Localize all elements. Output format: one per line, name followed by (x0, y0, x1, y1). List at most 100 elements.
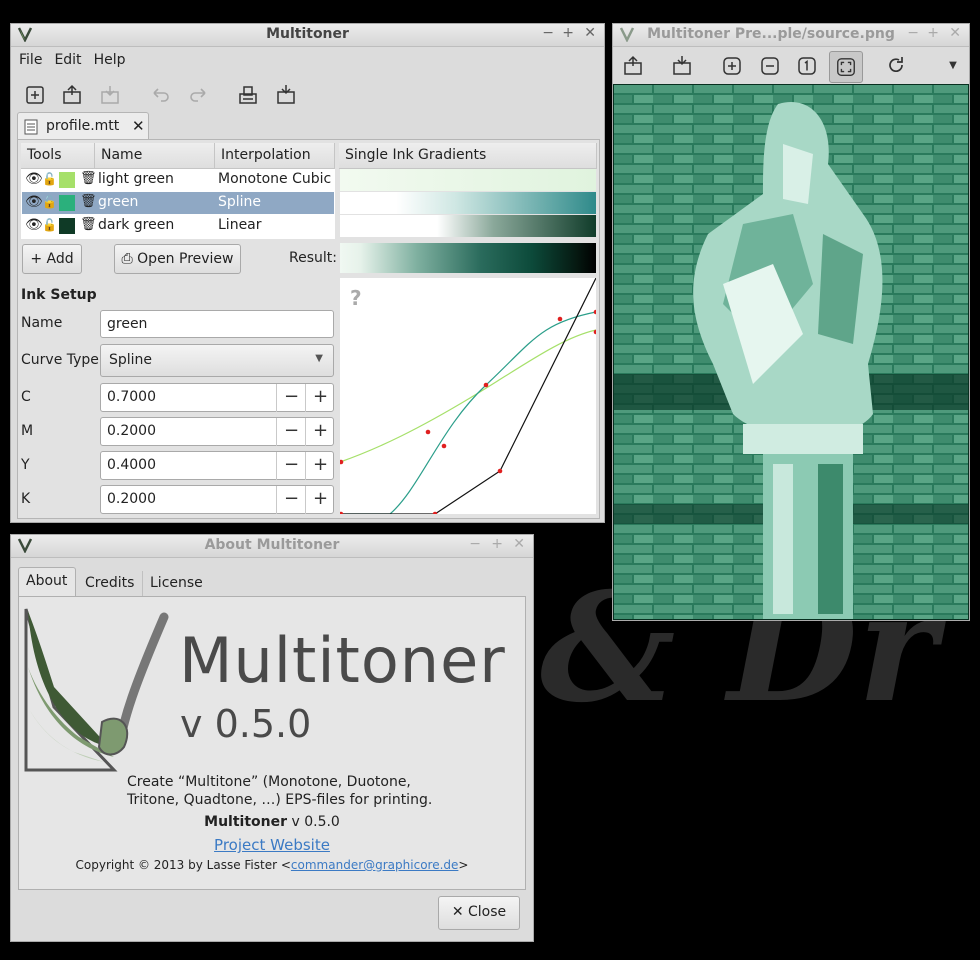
y-spinbox[interactable]: 0.4000 − + (100, 451, 334, 480)
zoom-100-icon[interactable] (795, 54, 819, 78)
tab-license[interactable]: License (142, 571, 209, 597)
open-preview-label: Open Preview (137, 251, 234, 267)
main-titlebar[interactable]: Multitoner − + ✕ (11, 24, 604, 47)
zoom-out-icon[interactable] (758, 54, 782, 78)
delete-trash-icon[interactable]: 🗑 (80, 194, 97, 209)
delete-trash-icon[interactable]: 🗑 (80, 171, 97, 186)
col-header-tools[interactable]: Tools (21, 143, 95, 169)
email-link[interactable]: commander@graphicore.de (291, 858, 458, 872)
tab-license-label: License (150, 575, 203, 591)
k-label: K (21, 491, 31, 507)
document-tab-label: profile.mtt (46, 118, 120, 134)
ink-name-input[interactable]: green (100, 310, 334, 338)
visibility-eye-icon[interactable]: 👁 (25, 194, 43, 210)
k-decrement-button[interactable]: − (276, 486, 306, 514)
y-decrement-button[interactable]: − (276, 452, 306, 480)
ink-color-swatch[interactable] (59, 195, 75, 211)
ink-name: light green (98, 171, 174, 187)
ink-row[interactable]: 👁 🔓 🗑 light green Monotone Cubic (22, 169, 334, 191)
tab-about[interactable]: About (18, 567, 76, 597)
delete-trash-icon[interactable]: 🗑 (80, 217, 97, 232)
ink-interpolation: Spline (218, 194, 262, 210)
ink-name: dark green (98, 217, 175, 233)
curve-type-select[interactable]: Spline ▼ (100, 344, 334, 377)
m-decrement-button[interactable]: − (276, 418, 306, 446)
menu-edit[interactable]: Edit (48, 47, 87, 68)
redo-icon[interactable] (186, 83, 210, 107)
preview-icon: ⎙ (121, 251, 133, 267)
visibility-eye-icon[interactable]: 👁 (25, 171, 43, 187)
lock-icon[interactable]: 🔓 (42, 218, 57, 232)
y-increment-button[interactable]: + (305, 452, 335, 480)
close-button[interactable]: ✕ Close (438, 896, 520, 930)
col-header-name[interactable]: Name (95, 143, 215, 169)
close-icon[interactable]: ✕ (584, 25, 596, 41)
minimize-icon[interactable]: − (907, 25, 919, 41)
about-window: About Multitoner − + ✕ About Credits Lic… (10, 534, 534, 942)
k-spinbox[interactable]: 0.2000 − + (100, 485, 334, 514)
zoom-fit-button[interactable] (829, 51, 863, 83)
curve-point (425, 429, 431, 435)
m-label: M (21, 423, 34, 439)
open-preview-button[interactable]: ⎙ Open Preview (114, 244, 241, 274)
lock-icon[interactable]: 🔓 (42, 172, 57, 186)
ink-color-swatch[interactable] (59, 172, 75, 188)
m-spinbox[interactable]: 0.2000 − + (100, 417, 334, 446)
c-label: C (21, 389, 31, 405)
c-decrement-button[interactable]: − (276, 384, 306, 412)
more-dropdown-icon[interactable]: ▼ (941, 54, 965, 78)
c-value: 0.7000 (107, 389, 156, 405)
ink-color-swatch[interactable] (59, 218, 75, 234)
m-increment-button[interactable]: + (305, 418, 335, 446)
about-window-title: About Multitoner (204, 537, 340, 553)
save-file-icon[interactable] (98, 83, 122, 107)
tab-close-icon[interactable]: ✕ (132, 117, 145, 135)
k-increment-button[interactable]: + (305, 486, 335, 514)
document-tab[interactable]: profile.mtt ✕ (17, 112, 149, 140)
maximize-icon[interactable]: + (927, 25, 939, 41)
y-value: 0.4000 (107, 457, 156, 473)
menubar: File Edit Help (11, 47, 604, 73)
ink-row[interactable]: 👁 🔓 🗑 green Spline (22, 192, 334, 214)
curve-point (483, 382, 489, 388)
export-image-icon[interactable] (670, 54, 694, 78)
curve-type-value: Spline (109, 352, 153, 368)
menu-file[interactable]: File (13, 47, 48, 68)
open-file-icon[interactable] (60, 83, 84, 107)
description-line-2: Tritone, Quadtone, …) EPS-files for prin… (127, 792, 433, 808)
close-icon[interactable]: ✕ (949, 25, 961, 41)
open-image-icon[interactable] (621, 54, 645, 78)
close-icon[interactable]: ✕ (513, 536, 525, 552)
curve-editor[interactable]: ? (340, 278, 596, 514)
lock-icon[interactable]: 🔓 (42, 195, 57, 209)
undo-icon[interactable] (149, 83, 173, 107)
copyright-suffix: > (458, 858, 469, 872)
maximize-icon[interactable]: + (562, 25, 574, 41)
new-file-icon[interactable] (23, 83, 47, 107)
add-ink-button[interactable]: + Add (22, 244, 82, 274)
website-line: Project Website (19, 836, 525, 854)
visibility-eye-icon[interactable]: 👁 (25, 217, 43, 233)
about-titlebar[interactable]: About Multitoner − + ✕ (11, 535, 533, 558)
preview-titlebar[interactable]: Multitoner Pre...ple/source.png − + ✕ (613, 24, 969, 47)
import-icon[interactable] (274, 83, 298, 107)
preview-image[interactable] (613, 84, 969, 620)
rotate-icon[interactable] (884, 54, 908, 78)
minimize-icon[interactable]: − (469, 536, 481, 552)
export-icon[interactable] (236, 83, 260, 107)
zoom-in-icon[interactable] (720, 54, 744, 78)
ink-row[interactable]: 👁 🔓 🗑 dark green Linear (22, 215, 334, 237)
project-website-link[interactable]: Project Website (214, 836, 330, 854)
menu-help[interactable]: Help (88, 47, 132, 68)
ink-name-label: Name (21, 315, 63, 331)
minimize-icon[interactable]: − (542, 25, 554, 41)
curve-type-label: Curve Type (21, 352, 99, 368)
c-spinbox[interactable]: 0.7000 − + (100, 383, 334, 412)
c-increment-button[interactable]: + (305, 384, 335, 412)
curve-point (497, 468, 503, 474)
y-label: Y (21, 457, 30, 473)
maximize-icon[interactable]: + (491, 536, 503, 552)
col-header-interpolation[interactable]: Interpolation (215, 143, 335, 169)
tab-about-label: About (26, 573, 68, 589)
tab-credits[interactable]: Credits (78, 571, 140, 597)
